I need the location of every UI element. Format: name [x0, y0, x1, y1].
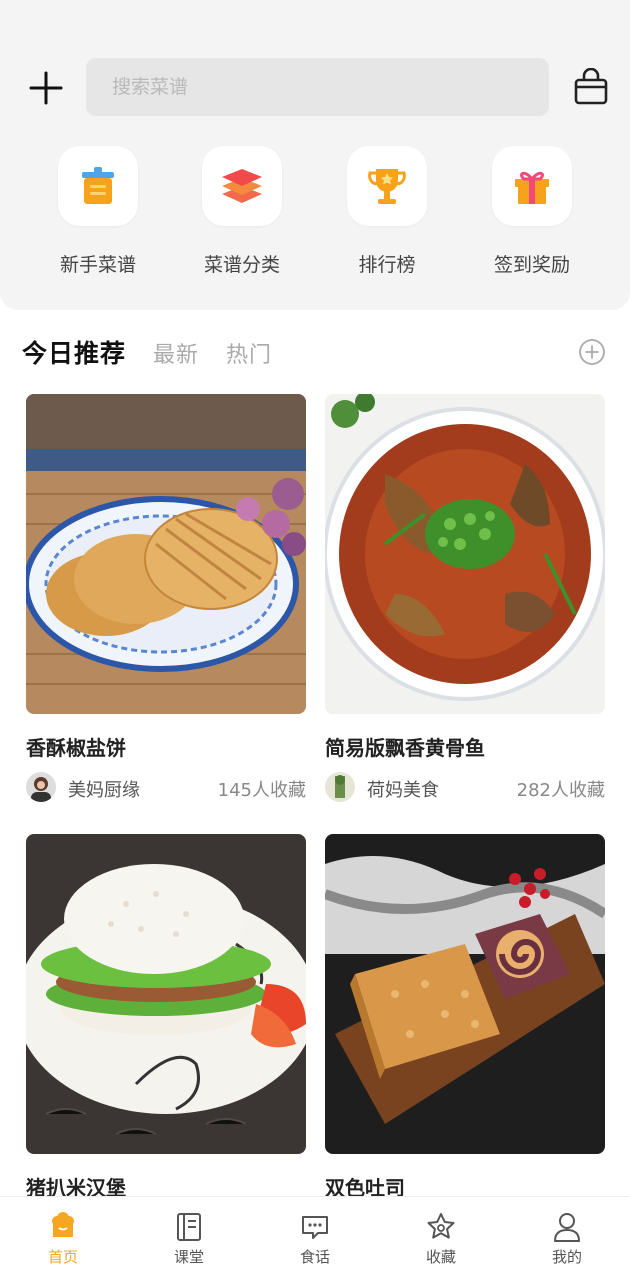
- nav-item-favorites[interactable]: 收藏: [378, 1197, 504, 1280]
- quick-entry-label: 新手菜谱: [59, 254, 136, 276]
- nav-item-classroom[interactable]: 课堂: [126, 1197, 252, 1280]
- book-icon: [177, 1213, 201, 1241]
- recipe-title: 简易版飘香黄骨鱼: [325, 736, 485, 760]
- quick-entry-ranking[interactable]: 排行榜: [317, 146, 457, 286]
- author-name[interactable]: 美妈厨缘: [68, 776, 140, 802]
- avatar[interactable]: [26, 772, 56, 802]
- grilled-flatbread-photo: [26, 394, 306, 714]
- shopping-basket-icon[interactable]: [572, 68, 610, 106]
- nav-item-home[interactable]: 首页: [0, 1197, 126, 1280]
- two-color-toast-photo: [325, 834, 605, 1154]
- plus-icon[interactable]: [28, 70, 64, 106]
- nav-label: 我的: [551, 1248, 582, 1266]
- nav-label: 食话: [299, 1248, 330, 1266]
- home-chef-icon: [52, 1212, 74, 1237]
- quick-entry-label: 菜谱分类: [203, 254, 280, 276]
- quick-entry-label: 排行榜: [358, 254, 416, 276]
- recipe-card[interactable]: 简易版飘香黄骨鱼 荷妈美食 282人收藏: [325, 394, 605, 802]
- pot-icon: [58, 146, 138, 226]
- recipe-meta: 美妈厨缘 145人收藏: [26, 772, 306, 804]
- nav-label: 收藏: [425, 1248, 456, 1266]
- chat-bubble-icon: [302, 1216, 328, 1239]
- quick-entry-label: 签到奖励: [493, 254, 570, 276]
- trophy-icon: [347, 146, 427, 226]
- quick-entry-checkin-rewards[interactable]: 签到奖励: [462, 146, 602, 286]
- favorite-count: 145人收藏: [217, 780, 306, 801]
- add-circle-icon[interactable]: [578, 338, 606, 366]
- search-input[interactable]: [86, 58, 549, 116]
- recipe-title: 香酥椒盐饼: [26, 736, 126, 760]
- layers-icon: [202, 146, 282, 226]
- tab-today-recommend[interactable]: 今日推荐: [22, 334, 126, 370]
- recipe-card[interactable]: 香酥椒盐饼 美妈厨缘 145人收藏: [26, 394, 306, 802]
- nav-label: 首页: [47, 1248, 78, 1266]
- author-name[interactable]: 荷妈美食: [367, 776, 439, 802]
- avatar[interactable]: [325, 772, 355, 802]
- favorite-count: 282人收藏: [516, 780, 605, 801]
- tab-latest[interactable]: 最新: [153, 337, 199, 369]
- gift-icon: [492, 146, 572, 226]
- quick-entry-recipe-categories[interactable]: 菜谱分类: [172, 146, 312, 286]
- quick-entry-beginner-recipes[interactable]: 新手菜谱: [28, 146, 168, 286]
- user-icon: [554, 1213, 580, 1242]
- recipe-card[interactable]: 猪扒米汉堡: [26, 834, 306, 1200]
- rice-burger-photo: [26, 834, 306, 1154]
- yellow-catfish-stew-photo: [325, 394, 605, 714]
- nav-item-mine[interactable]: 我的: [504, 1197, 630, 1280]
- recipe-card[interactable]: 双色吐司: [325, 834, 605, 1200]
- tab-hot[interactable]: 热门: [226, 337, 272, 369]
- star-icon: [427, 1213, 455, 1239]
- recommend-tabs: 今日推荐 最新 热门: [22, 334, 299, 374]
- recipe-meta: 荷妈美食 282人收藏: [325, 772, 605, 804]
- header-panel: 新手菜谱 菜谱分类 排行榜: [0, 0, 630, 310]
- nav-item-food-talk[interactable]: 食话: [252, 1197, 378, 1280]
- nav-label: 课堂: [173, 1248, 204, 1266]
- bottom-nav: 首页 课堂 食话 收藏 我的: [0, 1196, 630, 1280]
